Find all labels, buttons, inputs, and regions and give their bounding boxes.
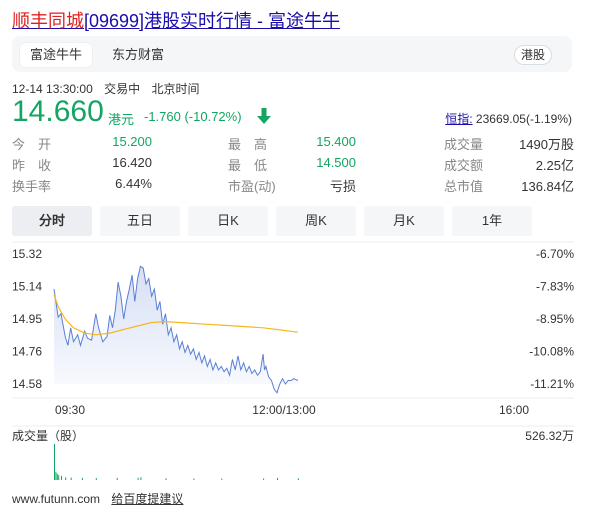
volume-bar <box>70 477 72 480</box>
volume-label: 成交量（股） <box>12 428 84 443</box>
tab-futu[interactable]: 富途牛牛 <box>20 43 93 67</box>
tab-daily-k[interactable]: 日K <box>188 206 268 236</box>
y-tick-label: 14.76 <box>12 345 42 359</box>
price-row: 14.660 港元 -1.760 (-10.72%) 恒指: 23669.05(… <box>12 95 572 129</box>
stat-label-volume: 成交量 <box>444 137 484 152</box>
source-tab-bar: 富途牛牛 东方财富 港股 <box>12 36 572 72</box>
price-change: -1.760 (-10.72%) <box>144 109 242 124</box>
stat-label-market-cap: 总市值 <box>444 179 484 194</box>
stat-label-pe: 市盈(动) <box>228 179 276 194</box>
volume-bar <box>297 478 299 480</box>
stats-row: 昨 收 16.420 最 低 14.500 成交额 2.25亿 <box>12 155 574 176</box>
source-site: www.futunn.com <box>12 492 101 506</box>
quote-datetime: 12-14 13:30:00 <box>12 82 93 96</box>
y-tick-label: 14.95 <box>12 312 42 326</box>
percent-tick-label: -7.83% <box>536 280 574 294</box>
volume-bar <box>56 473 58 480</box>
stat-value-pe: 亏损 <box>329 179 356 194</box>
tab-eastmoney[interactable]: 东方财富 <box>102 43 174 67</box>
percent-tick-label: -8.95% <box>536 312 574 326</box>
intraday-chart: 15.32 15.14 14.95 14.76 14.58 -6.70% -7.83% -8… <box>12 241 574 480</box>
y-tick-label: 15.14 <box>12 280 42 294</box>
tab-five-day[interactable]: 五日 <box>100 206 180 236</box>
stat-value-volume: 1490万股 <box>519 137 574 152</box>
stat-value-turnover-rate: 6.44% <box>115 176 152 191</box>
page-title-link[interactable]: 顺丰同城[09699]港股实时行情 - 富途牛牛 <box>12 7 340 33</box>
trading-status: 交易中 <box>104 82 141 96</box>
stat-label-open: 今 开 <box>12 137 52 152</box>
volume-bar <box>140 477 142 480</box>
stat-value-turnover: 2.25亿 <box>535 158 574 173</box>
footer: www.futunn.com 给百度提建议 <box>12 490 183 507</box>
market-badge: 港股 <box>513 45 552 65</box>
x-tick-label: 12:00/13:00 <box>252 403 316 417</box>
volume-bar <box>277 477 278 480</box>
volume-bar <box>221 478 223 480</box>
stat-label-high: 最 高 <box>228 137 268 152</box>
stats-row: 换手率 6.44% 市盈(动) 亏损 总市值 136.84亿 <box>12 176 574 197</box>
volume-max-label: 526.32万 <box>525 429 574 443</box>
volume-bar <box>58 475 60 480</box>
volume-bar <box>116 477 118 480</box>
feedback-link[interactable]: 给百度提建议 <box>111 492 183 506</box>
stat-label-turnover-rate: 换手率 <box>12 179 52 194</box>
price-area <box>54 266 298 393</box>
index-label[interactable]: 恒指: <box>445 112 472 126</box>
title-stock-name: 顺丰同城 <box>12 11 84 31</box>
title-rest: [09699]港股实时行情 - 富途牛牛 <box>84 11 341 31</box>
stats-row: 今 开 15.200 最 高 15.400 成交量 1490万股 <box>12 134 574 155</box>
current-price: 14.660 <box>12 95 104 128</box>
stat-value-high: 15.400 <box>316 134 356 149</box>
currency-label: 港元 <box>108 112 135 127</box>
y-axis-percent: -6.70% -7.83% -8.95% -10.08% -11.21% <box>529 247 574 391</box>
y-axis-price: 15.32 15.14 14.95 14.76 14.58 <box>12 247 42 391</box>
volume-bar <box>61 475 62 480</box>
stat-label-turnover: 成交额 <box>444 158 484 173</box>
volume-bar <box>193 478 195 480</box>
volume-bar <box>81 477 83 480</box>
percent-tick-label: -11.21% <box>530 377 574 391</box>
hang-seng-index[interactable]: 恒指: 23669.05(-1.19%) <box>445 110 572 127</box>
stat-value-low: 14.500 <box>316 155 356 170</box>
stat-label-prev-close: 昨 收 <box>12 158 52 173</box>
x-axis-time: 09:30 12:00/13:00 16:00 <box>55 403 529 417</box>
percent-tick-label: -10.08% <box>529 345 574 359</box>
stat-value-open: 15.200 <box>112 134 152 149</box>
tab-monthly-k[interactable]: 月K <box>364 206 444 236</box>
x-tick-label: 09:30 <box>55 403 85 417</box>
volume-bar <box>95 478 97 480</box>
volume-bar <box>65 477 67 480</box>
volume-bar <box>165 478 167 480</box>
tab-intraday[interactable]: 分时 <box>12 206 92 236</box>
percent-tick-label: -6.70% <box>536 247 574 261</box>
y-tick-label: 14.58 <box>12 377 42 391</box>
tab-weekly-k[interactable]: 周K <box>276 206 356 236</box>
volume-bars <box>54 444 299 480</box>
stat-label-low: 最 低 <box>228 158 268 173</box>
average-price-line <box>53 294 298 336</box>
stats-grid: 今 开 15.200 最 高 15.400 成交量 1490万股 昨 收 16.… <box>12 134 574 197</box>
volume-bar <box>263 478 265 480</box>
index-value: 23669.05(-1.19%) <box>475 112 572 126</box>
volume-bar <box>54 444 55 480</box>
timezone-label: 北京时间 <box>151 82 200 96</box>
volume-bar <box>137 477 139 480</box>
stat-value-prev-close: 16.420 <box>112 155 152 170</box>
volume-bar <box>55 471 57 480</box>
tab-one-year[interactable]: 1年 <box>452 206 532 236</box>
x-tick-label: 16:00 <box>499 403 529 417</box>
stat-value-market-cap: 136.84亿 <box>521 179 574 194</box>
down-arrow-icon <box>257 108 271 124</box>
period-tab-bar: 分时 五日 日K 周K 月K 1年 <box>12 206 572 236</box>
y-tick-label: 15.32 <box>12 247 42 261</box>
